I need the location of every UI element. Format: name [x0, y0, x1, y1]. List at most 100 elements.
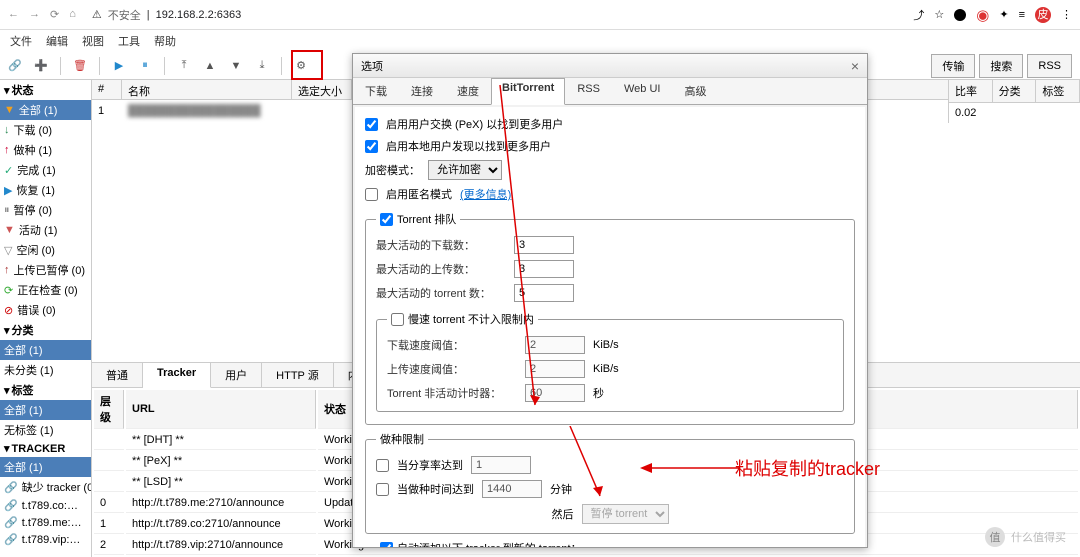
sidebar-item-downloading[interactable]: ↓下载 (0) — [0, 120, 91, 140]
tab-download[interactable]: 下载 — [353, 78, 399, 104]
tab-http[interactable]: HTTP 源 — [262, 363, 334, 387]
tracker-group-header[interactable]: ▾ TRACKER — [0, 440, 91, 457]
pex-checkbox[interactable] — [365, 118, 378, 131]
category-group-header[interactable]: ▾ 分类 — [0, 320, 91, 340]
ext-icon-2[interactable]: ◉ — [976, 6, 989, 24]
dl-threshold-input — [525, 336, 585, 354]
sidebar-item-completed[interactable]: ✓完成 (1) — [0, 160, 91, 180]
more-info-link[interactable]: (更多信息) — [460, 186, 511, 202]
max-ul-input[interactable] — [514, 260, 574, 278]
tab-tracker[interactable]: Tracker — [143, 363, 211, 388]
sidebar-item-active[interactable]: ▼活动 (1) — [0, 220, 91, 240]
queue-enable-checkbox[interactable] — [380, 213, 393, 226]
share-ratio-checkbox[interactable] — [376, 459, 389, 472]
sidebar-item-errored[interactable]: ⊘错误 (0) — [0, 300, 91, 320]
pex-label: 启用用户交换 (PeX) 以找到更多用户 — [386, 116, 563, 132]
sidebar-tag-none[interactable]: 无标签 (1) — [0, 420, 91, 440]
then-action-select: 暂停 torrent — [582, 504, 669, 524]
sidebar-item-resumed[interactable]: ▶恢复 (1) — [0, 180, 91, 200]
close-icon[interactable]: × — [851, 58, 859, 73]
menu-view[interactable]: 视图 — [82, 33, 104, 49]
sidebar-tracker-all[interactable]: 全部 (1) — [0, 457, 91, 477]
tab-speed[interactable]: 速度 — [445, 78, 491, 104]
sidebar-tag-all[interactable]: 全部 (1) — [0, 400, 91, 420]
col-category[interactable]: 分类 — [993, 80, 1037, 102]
col-tags[interactable]: 标签 — [1036, 80, 1080, 102]
nav-forward-icon[interactable]: → — [29, 8, 40, 21]
anon-checkbox[interactable] — [365, 188, 378, 201]
tab-peers[interactable]: 用户 — [211, 363, 262, 387]
transfers-tab-button[interactable]: 传输 — [931, 54, 975, 78]
col-size[interactable]: 选定大小 — [292, 80, 352, 99]
tab-general[interactable]: 普通 — [92, 363, 143, 387]
menu-list-icon[interactable]: ≡ — [1019, 9, 1025, 21]
ul-threshold-input — [525, 360, 585, 378]
tab-advanced[interactable]: 高级 — [672, 78, 718, 104]
profile-avatar[interactable]: 皮 — [1035, 7, 1051, 23]
tab-connection[interactable]: 连接 — [399, 78, 445, 104]
reload-icon[interactable]: ⟳ — [50, 8, 59, 21]
share-ratio-input — [471, 456, 531, 474]
play-icon[interactable]: ▶ — [108, 55, 130, 77]
sidebar-tracker-1[interactable]: 🔗 t.t789.co:… — [0, 497, 91, 514]
more-icon[interactable]: ⋮ — [1061, 8, 1072, 21]
ext-icon-1[interactable] — [954, 9, 966, 21]
auto-tracker-checkbox[interactable] — [380, 542, 393, 548]
col-tier[interactable]: 层级 — [94, 390, 124, 429]
sidebar-item-seeding[interactable]: ↑做种 (1) — [0, 140, 91, 160]
move-up-icon[interactable]: ▲ — [199, 55, 221, 77]
url-bar[interactable]: ⚠ 不安全 | 192.168.2.2:6363 — [84, 4, 906, 26]
sidebar: ▾ 状态 ▼全部 (1) ↓下载 (0) ↑做种 (1) ✓完成 (1) ▶恢复… — [0, 80, 92, 557]
lsd-checkbox[interactable] — [365, 140, 378, 153]
add-link-icon[interactable]: 🔗 — [4, 55, 26, 77]
sidebar-cat-all[interactable]: 全部 (1) — [0, 340, 91, 360]
seed-time-input — [482, 480, 542, 498]
sidebar-item-all[interactable]: ▼全部 (1) — [0, 100, 91, 120]
search-tab-button[interactable]: 搜索 — [979, 54, 1023, 78]
sidebar-tracker-missing[interactable]: 🔗 缺少 tracker (0) — [0, 477, 91, 497]
sidebar-tracker-2[interactable]: 🔗 t.t789.me:… — [0, 514, 91, 531]
menu-help[interactable]: 帮助 — [154, 33, 176, 49]
move-top-icon[interactable]: ⤒ — [173, 55, 195, 77]
col-num[interactable]: # — [92, 80, 122, 99]
menu-tools[interactable]: 工具 — [118, 33, 140, 49]
menu-edit[interactable]: 编辑 — [46, 33, 68, 49]
sidebar-tracker-3[interactable]: 🔗 t.t789.vip:… — [0, 531, 91, 548]
security-status: 不安全 — [108, 7, 141, 23]
tags-group-header[interactable]: ▾ 标签 — [0, 380, 91, 400]
tab-bittorrent[interactable]: BitTorrent — [491, 78, 565, 105]
enc-mode-select[interactable]: 允许加密 — [428, 160, 502, 180]
seed-limit-fieldset: 做种限制 当分享率达到 当做种时间达到 分钟 然后 暂停 torrent — [365, 431, 855, 534]
col-ratio[interactable]: 比率 — [949, 80, 993, 102]
max-dl-input[interactable] — [514, 236, 574, 254]
home-icon[interactable]: ⌂ — [69, 8, 76, 21]
status-group-header[interactable]: ▾ 状态 — [0, 80, 91, 100]
menu-file[interactable]: 文件 — [10, 33, 32, 49]
tab-rss[interactable]: RSS — [565, 78, 612, 104]
sidebar-cat-none[interactable]: 未分类 (1) — [0, 360, 91, 380]
move-bottom-icon[interactable]: ⤓ — [251, 55, 273, 77]
extensions-icon[interactable]: ✦ — [999, 8, 1008, 21]
sidebar-item-stalled-up[interactable]: ↑上传已暂停 (0) — [0, 260, 91, 280]
pause-icon[interactable]: ⏸ — [134, 55, 156, 77]
max-active-input[interactable] — [514, 284, 574, 302]
star-icon[interactable]: ☆ — [934, 8, 944, 21]
right-stats-panel: 比率 分类 标签 0.02 — [948, 80, 1080, 123]
col-url[interactable]: URL — [126, 390, 316, 429]
anon-label: 启用匿名模式 — [386, 186, 452, 202]
share-icon[interactable]: ⤴ — [913, 7, 924, 23]
sidebar-item-paused[interactable]: ⏸暂停 (0) — [0, 200, 91, 220]
tab-webui[interactable]: Web UI — [612, 78, 672, 104]
add-file-icon[interactable]: ➕ — [30, 55, 52, 77]
move-down-icon[interactable]: ▼ — [225, 55, 247, 77]
seed-time-checkbox[interactable] — [376, 483, 389, 496]
rss-tab-button[interactable]: RSS — [1027, 54, 1072, 78]
nav-back-icon[interactable]: ← — [8, 8, 19, 21]
watermark-badge: 值 — [985, 527, 1005, 547]
slow-checkbox[interactable] — [391, 313, 404, 326]
annotation-text: 粘贴复制的tracker — [735, 455, 880, 481]
sidebar-item-checking[interactable]: ⟳正在检查 (0) — [0, 280, 91, 300]
col-name[interactable]: 名称 — [122, 80, 292, 99]
delete-icon[interactable]: 🗑 — [69, 55, 91, 77]
sidebar-item-inactive[interactable]: ▽空闲 (0) — [0, 240, 91, 260]
